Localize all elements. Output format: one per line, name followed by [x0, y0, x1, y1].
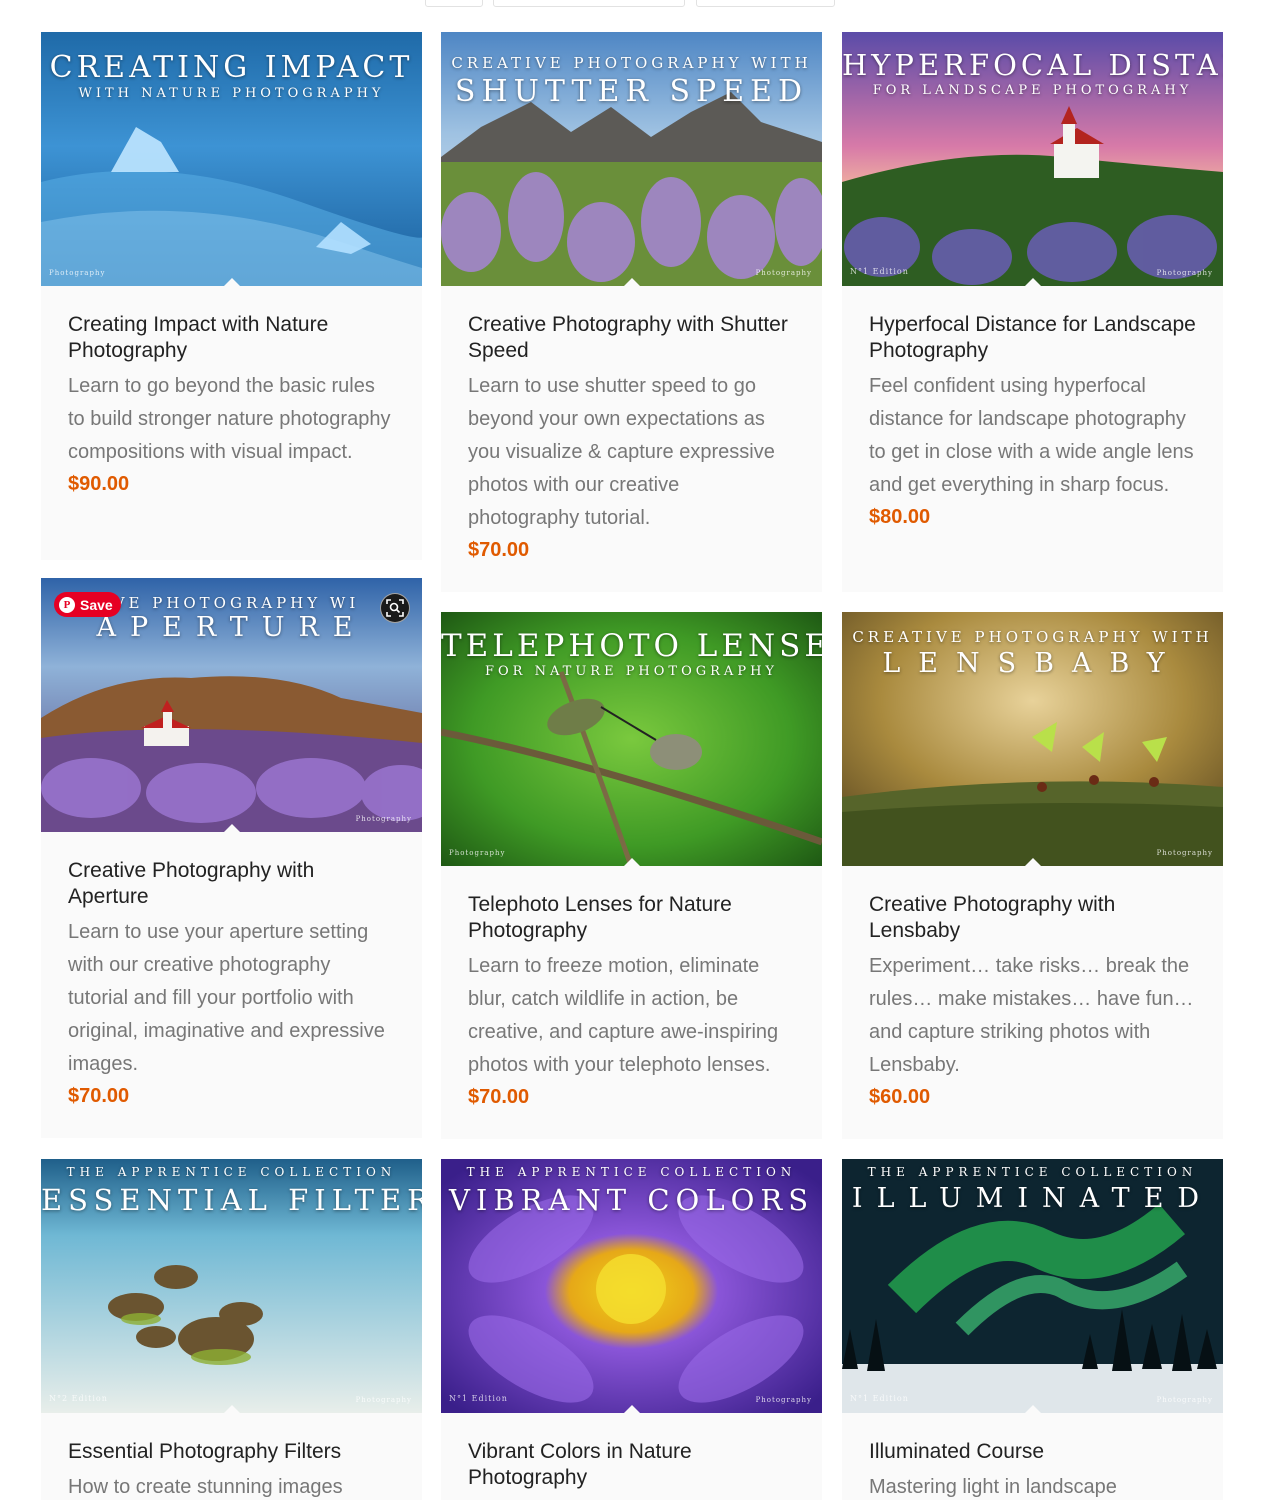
edition-label: N°2 Edition: [49, 1394, 108, 1403]
product-title[interactable]: Creating Impact with Nature Photography: [68, 312, 395, 364]
product-image[interactable]: Hyperfocal Distance For Landscape Photog…: [842, 32, 1223, 286]
cover-title: Creating Impact: [49, 50, 414, 85]
brand-mark: Photography: [49, 269, 106, 277]
cover-subtitle: For Nature Photography: [485, 664, 778, 679]
product-card[interactable]: The Apprentice Collection Essential Filt…: [41, 1159, 422, 1500]
product-card[interactable]: Creating Impact With Nature Photography …: [41, 32, 422, 560]
product-card[interactable]: Telephoto Lenses For Nature Photography …: [441, 612, 822, 1139]
product-card[interactable]: Creative Photography With Shutter Speed …: [441, 32, 822, 592]
product-description: Learn to use shutter speed to go beyond …: [468, 375, 775, 529]
product-price: $70.00: [468, 539, 530, 561]
product-card[interactable]: ive Photography Wi Aperture Photography …: [41, 578, 422, 1138]
brand-mark: Photography: [1156, 269, 1213, 277]
cover-title: Illuminated: [851, 1183, 1214, 1214]
product-description: How to create stunning images: [68, 1476, 343, 1498]
product-image[interactable]: Creating Impact With Nature Photography …: [41, 32, 422, 286]
product-description: Feel confident using hyperfocal distance…: [869, 375, 1194, 496]
product-price: $90.00: [68, 473, 130, 495]
cover-title: Vibrant Colors: [448, 1183, 815, 1217]
edition-label: N°1 Edition: [449, 1394, 508, 1403]
cover-title: Essential Filters: [41, 1183, 422, 1217]
notch-pointer: [1025, 858, 1041, 866]
cover-title: Lensbaby: [882, 648, 1183, 679]
product-image[interactable]: The Apprentice Collection Illuminated N°…: [842, 1159, 1223, 1413]
product-card[interactable]: Creative Photography With Lensbaby Photo…: [842, 612, 1223, 1139]
notch-pointer: [224, 1405, 240, 1413]
cover-pretitle: Creative Photography With: [451, 54, 812, 72]
product-price: $80.00: [869, 506, 931, 528]
product-title[interactable]: Essential Photography Filters: [68, 1439, 395, 1465]
brand-mark: Photography: [755, 1396, 812, 1404]
notch-pointer: [624, 1405, 640, 1413]
product-title[interactable]: Creative Photography with Aperture: [68, 858, 395, 910]
product-price: $60.00: [869, 1086, 931, 1108]
brand-mark: Photography: [355, 1396, 412, 1404]
cover-pretitle: The Apprentice Collection: [466, 1165, 797, 1179]
product-grid: Creating Impact With Nature Photography …: [0, 0, 1268, 1500]
product-image[interactable]: Telephoto Lenses For Nature Photography …: [441, 612, 822, 866]
cover-title: Shutter Speed: [454, 74, 809, 109]
brand-mark: Photography: [755, 269, 812, 277]
brand-mark: Photography: [449, 849, 506, 857]
notch-pointer: [624, 278, 640, 286]
product-image[interactable]: ive Photography Wi Aperture Photography …: [41, 578, 422, 832]
cover-pretitle: The Apprentice Collection: [867, 1165, 1198, 1179]
visual-search-icon[interactable]: [380, 593, 410, 623]
notch-pointer: [224, 824, 240, 832]
product-title[interactable]: Illuminated Course: [869, 1439, 1196, 1465]
edition-label: N°1 Edition: [850, 267, 909, 276]
cover-subtitle: With Nature Photography: [78, 86, 385, 101]
product-image[interactable]: Creative Photography With Lensbaby Photo…: [842, 612, 1223, 866]
product-description: Learn to use your aperture setting with …: [68, 921, 385, 1075]
product-description: Experiment… take risks… break the rules……: [869, 955, 1194, 1076]
product-title[interactable]: Creative Photography with Lensbaby: [869, 892, 1196, 944]
product-title[interactable]: Creative Photography with Shutter Speed: [468, 312, 795, 364]
product-title[interactable]: Telephoto Lenses for Nature Photography: [468, 892, 795, 944]
product-description: Learn to go beyond the basic rules to bu…: [68, 375, 391, 463]
product-card[interactable]: The Apprentice Collection Illuminated N°…: [842, 1159, 1223, 1500]
product-price: $70.00: [68, 1085, 130, 1107]
product-price: $70.00: [468, 1086, 530, 1108]
product-description: Learn to freeze motion, eliminate blur, …: [468, 955, 779, 1076]
pinterest-icon: P: [59, 596, 75, 613]
product-card[interactable]: The Apprentice Collection Vibrant Colors…: [441, 1159, 822, 1500]
brand-mark: Photography: [355, 815, 412, 823]
notch-pointer: [224, 278, 240, 286]
notch-pointer: [624, 858, 640, 866]
notch-pointer: [1025, 278, 1041, 286]
cover-pretitle: The Apprentice Collection: [66, 1165, 397, 1179]
notch-pointer: [1025, 1405, 1041, 1413]
product-image[interactable]: Creative Photography With Shutter Speed …: [441, 32, 822, 286]
edition-label: N°1 Edition: [850, 1394, 909, 1403]
cover-title: Hyperfocal Distance: [842, 48, 1223, 82]
product-title[interactable]: Vibrant Colors in Nature Photography: [468, 1439, 795, 1491]
pinterest-save-button[interactable]: P Save: [54, 592, 121, 617]
product-card[interactable]: Hyperfocal Distance For Landscape Photog…: [842, 32, 1223, 592]
cover-pretitle: Creative Photography With: [852, 628, 1213, 646]
product-description: Mastering light in landscape: [869, 1476, 1117, 1498]
cover-subtitle: For Landscape Photograhy: [872, 83, 1193, 98]
brand-mark: Photography: [1156, 849, 1213, 857]
product-title[interactable]: Hyperfocal Distance for Landscape Photog…: [869, 312, 1196, 364]
brand-mark: Photography: [1156, 1396, 1213, 1404]
product-image[interactable]: The Apprentice Collection Essential Filt…: [41, 1159, 422, 1413]
cover-title: Telephoto Lenses: [441, 628, 822, 664]
save-label: Save: [80, 596, 113, 613]
product-image[interactable]: The Apprentice Collection Vibrant Colors…: [441, 1159, 822, 1413]
